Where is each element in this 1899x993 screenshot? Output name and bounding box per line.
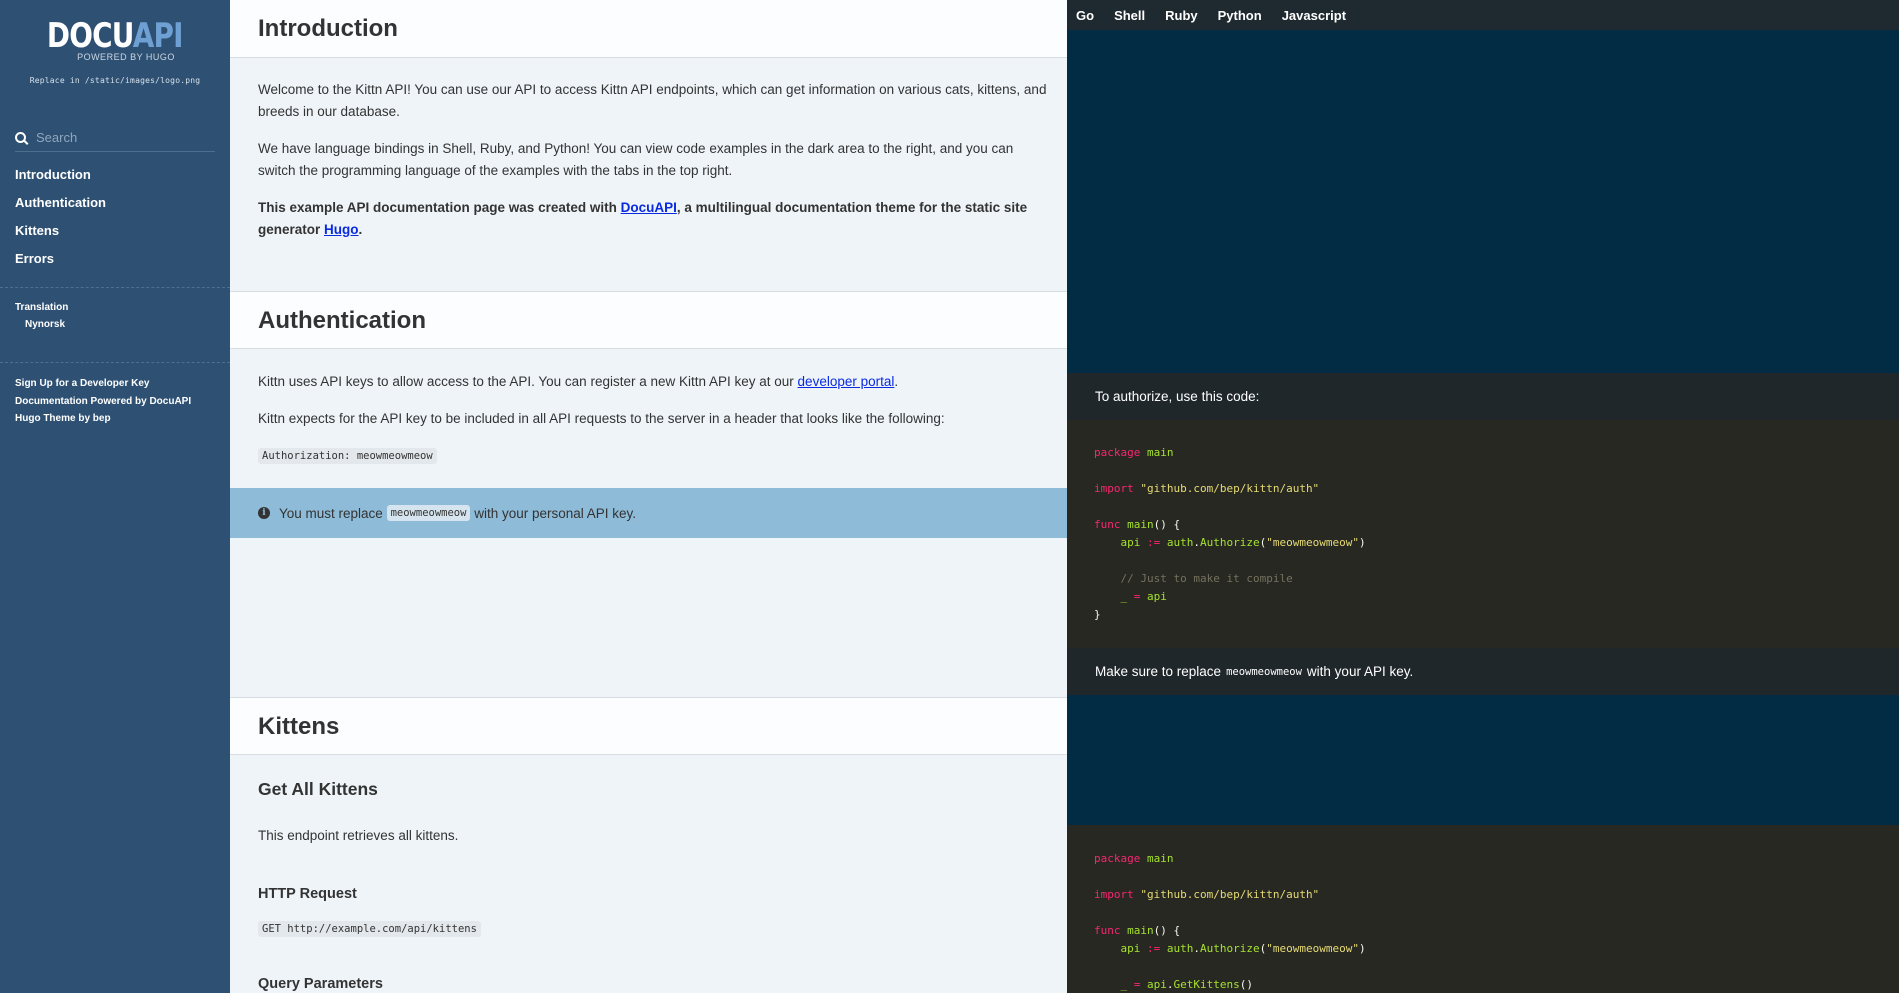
sidebar-item-introduction[interactable]: Introduction: [15, 166, 106, 194]
search-box[interactable]: [15, 124, 215, 152]
language-tabs: Go Shell Ruby Python Javascript: [1067, 0, 1899, 30]
section-title-authentication: Authentication: [230, 291, 1067, 349]
intro-paragraph-3: This example API documentation page was …: [258, 200, 1028, 237]
main-content: Introduction Welcome to the Kittn API! Y…: [230, 0, 1067, 993]
notice-text: You must replace: [279, 505, 383, 521]
tab-shell[interactable]: Shell: [1114, 8, 1145, 23]
info-icon: i: [258, 507, 270, 519]
developer-key-link[interactable]: Sign Up for a Developer Key: [15, 378, 191, 396]
sidebar-divider: [0, 287, 230, 288]
sidebar-item-authentication[interactable]: Authentication: [15, 194, 106, 222]
kittens-code-block: package main import "github.com/bep/kitt…: [1067, 825, 1899, 993]
docuapi-link[interactable]: DocuAPI: [621, 200, 677, 215]
sidebar-item-errors[interactable]: Errors: [15, 250, 106, 278]
notice-text-end: with your personal API key.: [474, 505, 637, 521]
intro-paragraph-2: We have language bindings in Shell, Ruby…: [258, 141, 1014, 178]
search-input[interactable]: [36, 130, 206, 145]
auth-header-code: Authorization: meowmeowmeow: [258, 448, 437, 464]
auth-header-example: Authorization: meowmeowmeow: [258, 444, 1048, 467]
translation-link-nynorsk[interactable]: Nynorsk: [15, 319, 68, 330]
query-parameters-heading: Query Parameters: [258, 976, 383, 992]
auth-code-note: To authorize, use this code:: [1067, 373, 1899, 420]
section-title-introduction: Introduction: [230, 0, 1067, 58]
section-title-kittens: Kittens: [230, 697, 1067, 755]
get-all-kittens-description: This endpoint retrieves all kittens.: [258, 828, 459, 843]
tab-javascript[interactable]: Javascript: [1282, 8, 1346, 23]
sidebar-nav: Introduction Authentication Kittens Erro…: [15, 166, 106, 278]
translation-section: Translation Nynorsk: [15, 302, 68, 330]
hugo-theme-link[interactable]: Hugo Theme by bep: [15, 413, 191, 431]
tab-python[interactable]: Python: [1218, 8, 1262, 23]
sidebar-divider: [0, 362, 230, 363]
auth-code-block: package main import "github.com/bep/kitt…: [1067, 420, 1899, 648]
auth-paragraph-2: Kittn expects for the API key to be incl…: [258, 411, 945, 426]
tab-go[interactable]: Go: [1076, 8, 1094, 23]
code-panel: Go Shell Ruby Python Javascript To autho…: [1067, 0, 1899, 993]
replace-key-note: Make sure to replace meowmeowmeow with y…: [1067, 648, 1899, 695]
logo[interactable]: DOCUAPI POWERED BY HUGO Replace in /stat…: [0, 0, 230, 85]
sidebar-footer-links: Sign Up for a Developer Key Documentatio…: [15, 378, 191, 431]
notice-box: i You must replace meowmeowmeow with you…: [230, 488, 1067, 538]
notice-code: meowmeowmeow: [386, 505, 471, 521]
sidebar-item-kittens[interactable]: Kittens: [15, 222, 106, 250]
developer-portal-link[interactable]: developer portal: [798, 374, 895, 389]
http-request-example: GET http://example.com/api/kittens: [258, 917, 1048, 940]
search-icon: [15, 132, 26, 143]
http-request-code: GET http://example.com/api/kittens: [258, 921, 481, 937]
intro-paragraph-1: Welcome to the Kittn API! You can use ou…: [258, 82, 1047, 119]
translation-heading: Translation: [15, 302, 69, 313]
logo-wordmark: DOCUAPI: [47, 16, 184, 56]
auth-paragraph-1: Kittn uses API keys to allow access to t…: [258, 374, 899, 389]
logo-replace-note: Replace in /static/images/logo.png: [29, 76, 201, 85]
http-request-heading: HTTP Request: [258, 886, 357, 902]
docuapi-link[interactable]: Documentation Powered by DocuAPI: [15, 396, 191, 414]
sidebar: DOCUAPI POWERED BY HUGO Replace in /stat…: [0, 0, 230, 993]
hugo-link[interactable]: Hugo: [324, 222, 359, 237]
tab-ruby[interactable]: Ruby: [1165, 8, 1198, 23]
get-all-kittens-heading: Get All Kittens: [258, 779, 378, 799]
